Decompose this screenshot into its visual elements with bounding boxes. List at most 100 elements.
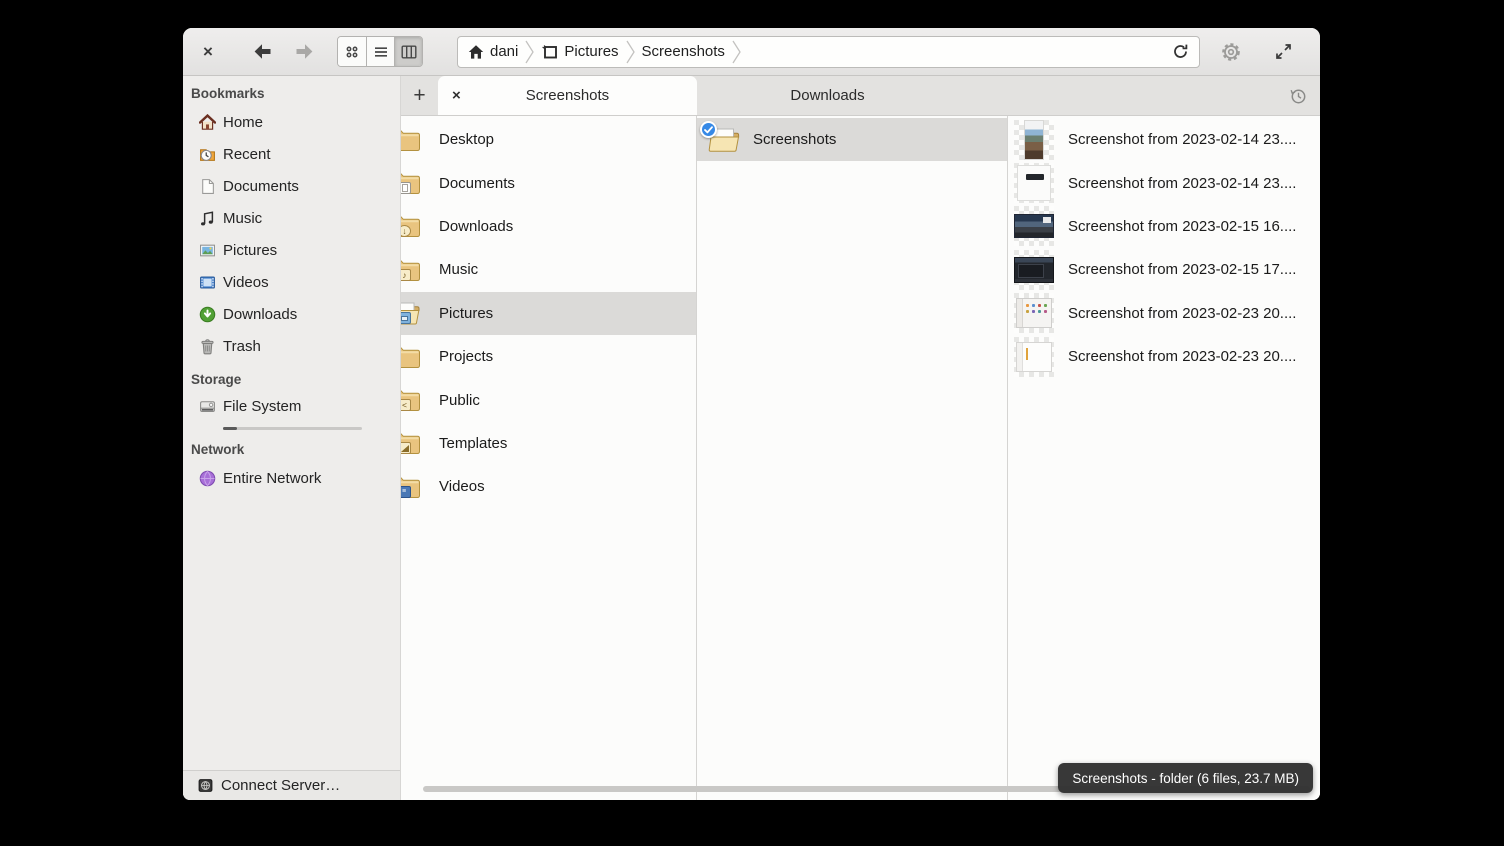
sidebar-item-label: Home	[223, 114, 263, 131]
folder-row-pictures[interactable]: Pictures	[401, 292, 696, 335]
sidebar-item-downloads[interactable]: Downloads	[183, 298, 400, 330]
file-row[interactable]: Screenshot from 2023-02-23 20....	[1008, 335, 1320, 378]
sidebar-item-documents[interactable]: Documents	[183, 170, 400, 202]
folder-row-music[interactable]: ♪ Music	[401, 248, 696, 291]
tab-close-icon[interactable]: ×	[452, 76, 461, 115]
breadcrumb-pictures[interactable]: Pictures	[541, 43, 618, 60]
sidebar-item-label: Videos	[223, 274, 269, 291]
folder-icon	[401, 170, 421, 196]
open-folder-icon	[401, 300, 421, 326]
folder-label: Projects	[439, 348, 493, 365]
folder-icon: ↓	[401, 213, 421, 239]
gear-icon	[1220, 41, 1242, 63]
file-name: Screenshot from 2023-02-14 23....	[1068, 175, 1296, 192]
breadcrumb[interactable]: dani Pictures Screenshots	[457, 36, 1200, 68]
file-row[interactable]: Screenshot from 2023-02-15 16....	[1008, 205, 1320, 248]
folder-icon: ♪	[401, 257, 421, 283]
breadcrumb-label: Pictures	[564, 43, 618, 60]
breadcrumb-screenshots[interactable]: Screenshots	[642, 43, 725, 60]
sidebar: Bookmarks Home Recent	[183, 76, 401, 800]
sidebar-item-trash[interactable]: Trash	[183, 330, 400, 362]
file-name: Screenshot from 2023-02-23 20....	[1068, 348, 1296, 365]
sidebar-item-entire-network[interactable]: Entire Network	[183, 462, 400, 494]
tab-screenshots[interactable]: × Screenshots	[438, 76, 697, 115]
templates-emblem-icon	[401, 442, 411, 454]
folder-row-documents[interactable]: Documents	[401, 161, 696, 204]
folder-row-public[interactable]: < Public	[401, 378, 696, 421]
folder-row-videos[interactable]: ≡ Videos	[401, 465, 696, 508]
folder-icon	[401, 430, 421, 456]
view-grid-button[interactable]	[338, 37, 366, 66]
sidebar-item-recent[interactable]: Recent	[183, 138, 400, 170]
sidebar-item-pictures[interactable]: Pictures	[183, 234, 400, 266]
sidebar-item-videos[interactable]: Videos	[183, 266, 400, 298]
folder-row-screenshots[interactable]: Screenshots	[697, 118, 1007, 161]
view-column-button[interactable]	[394, 37, 422, 66]
status-tooltip-text: Screenshots - folder (6 files, 23.7 MB)	[1072, 771, 1299, 786]
expand-icon	[1275, 43, 1292, 60]
header-bar: ×	[183, 28, 1320, 76]
view-list-button[interactable]	[366, 37, 394, 66]
tab-downloads[interactable]: Downloads	[697, 76, 958, 115]
sidebar-section-storage: Storage	[183, 366, 400, 392]
back-button[interactable]	[247, 37, 277, 67]
file-name: Screenshot from 2023-02-15 16....	[1068, 218, 1296, 235]
window-close-button[interactable]: ×	[197, 41, 219, 63]
file-row[interactable]: Screenshot from 2023-02-14 23....	[1008, 161, 1320, 204]
image-thumbnail	[1014, 250, 1054, 290]
documents-emblem-icon	[401, 182, 411, 194]
pictures-icon	[199, 242, 216, 259]
folder-label: Screenshots	[753, 131, 836, 148]
network-icon	[199, 470, 216, 487]
restore-tab-button[interactable]	[1288, 76, 1308, 115]
chevron-right-icon	[626, 39, 635, 65]
folder-icon	[401, 127, 421, 153]
new-tab-button[interactable]: +	[401, 76, 438, 115]
folder-label: Templates	[439, 435, 507, 452]
breadcrumb-home[interactable]: dani	[468, 43, 518, 60]
refresh-icon	[1172, 43, 1189, 60]
list-view-icon	[373, 45, 389, 59]
fullscreen-button[interactable]	[1268, 37, 1298, 67]
photo-emblem-icon	[401, 312, 411, 324]
breadcrumb-label: dani	[490, 43, 518, 60]
history-icon	[1288, 86, 1308, 106]
chevron-right-icon	[525, 39, 534, 65]
folder-row-templates[interactable]: Templates	[401, 422, 696, 465]
connect-server-button[interactable]: Connect Server…	[183, 770, 400, 800]
main-area: + × Screenshots Downloads	[401, 76, 1320, 800]
tab-bar: + × Screenshots Downloads	[401, 76, 1320, 116]
file-row[interactable]: Screenshot from 2023-02-15 17....	[1008, 248, 1320, 291]
refresh-button[interactable]	[1167, 39, 1193, 65]
sidebar-item-home[interactable]: Home	[183, 106, 400, 138]
tab-label: Screenshots	[526, 87, 609, 104]
settings-button[interactable]	[1216, 37, 1246, 67]
folder-row-desktop[interactable]: Desktop	[401, 118, 696, 161]
sidebar-section-network: Network	[183, 436, 400, 462]
sidebar-item-file-system[interactable]: File System	[183, 392, 400, 430]
sidebar-item-label: Downloads	[223, 306, 297, 323]
sidebar-item-label: Trash	[223, 338, 261, 355]
music-emblem-icon: ♪	[401, 269, 411, 281]
trash-icon	[199, 338, 216, 355]
documents-icon	[199, 178, 216, 195]
folder-row-projects[interactable]: Projects	[401, 335, 696, 378]
image-thumbnail	[1014, 120, 1054, 160]
folder-icon: <	[401, 387, 421, 413]
file-name: Screenshot from 2023-02-23 20....	[1068, 305, 1296, 322]
file-row[interactable]: Screenshot from 2023-02-23 20....	[1008, 292, 1320, 335]
desktop-background: ×	[0, 0, 1504, 846]
sidebar-item-music[interactable]: Music	[183, 202, 400, 234]
sidebar-item-label: Recent	[223, 146, 271, 163]
folder-row-downloads[interactable]: ↓ Downloads	[401, 205, 696, 248]
recent-icon	[199, 146, 216, 163]
disk-usage-fill	[223, 427, 237, 430]
image-thumbnail	[1014, 293, 1054, 333]
forward-button[interactable]	[289, 37, 319, 67]
sidebar-item-label: Entire Network	[223, 470, 321, 487]
file-row[interactable]: Screenshot from 2023-02-14 23....	[1008, 118, 1320, 161]
sidebar-list: Bookmarks Home Recent	[183, 76, 400, 770]
image-thumbnail	[1014, 206, 1054, 246]
image-icon	[541, 44, 558, 60]
back-arrow-icon	[253, 43, 272, 60]
